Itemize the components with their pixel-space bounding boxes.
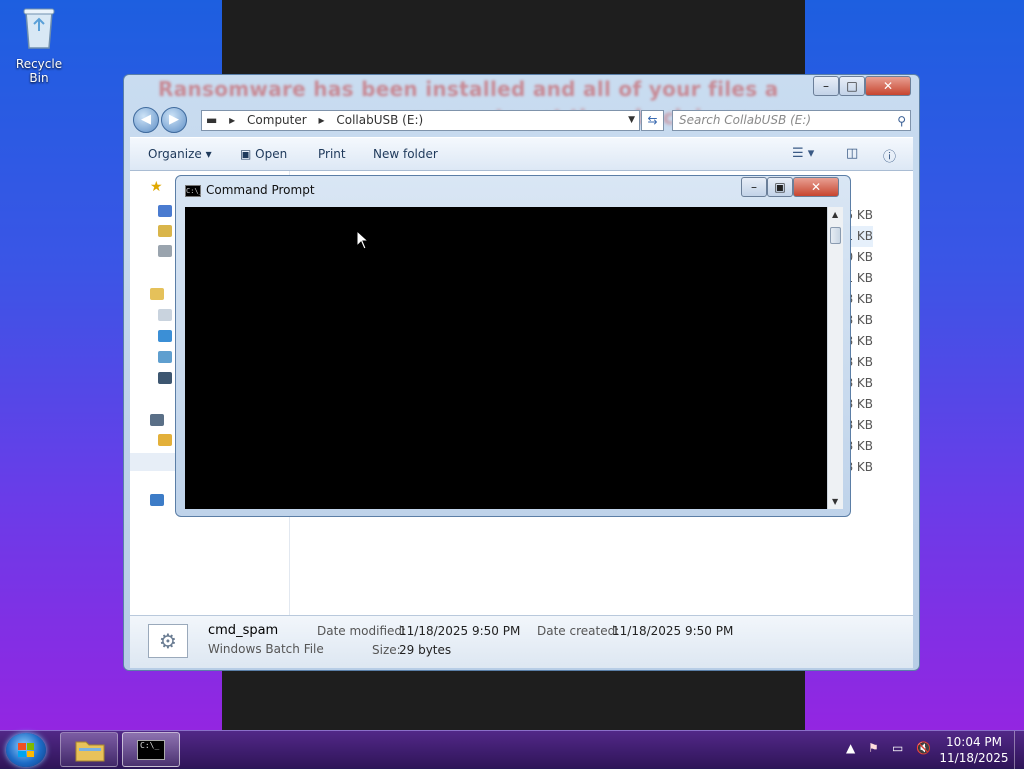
command-prompt-icon: C:\_ [185, 185, 203, 197]
open-button[interactable]: ▣ Open [240, 147, 287, 161]
size-value: 29 bytes [399, 643, 452, 657]
recycle-bin-desktop-icon[interactable]: Recycle Bin [6, 6, 72, 85]
date-created-label: Date created: [537, 624, 620, 638]
refresh-button[interactable]: ⇆ [641, 110, 664, 131]
date-created-value: 11/18/2025 9:50 PM [612, 624, 734, 638]
console-output-area[interactable] [185, 207, 827, 509]
favorites-star-icon: ★ [150, 179, 163, 195]
scroll-up-icon[interactable]: ▲ [832, 210, 838, 219]
mouse-cursor-icon [356, 230, 370, 250]
breadcrumb-separator-icon: ▸ [229, 113, 236, 127]
forward-arrow-icon: ▶ [169, 112, 179, 127]
details-file-name: cmd_spam [208, 623, 279, 638]
action-center-flag-icon[interactable]: ⚑ [868, 741, 879, 755]
show-desktop-button[interactable] [1014, 731, 1024, 769]
command-prompt-title: Command Prompt [206, 183, 315, 197]
volume-muted-icon[interactable]: 🔇 [916, 741, 931, 755]
search-input[interactable]: Search CollabUSB (E:) ⚲ [672, 110, 911, 131]
clock-date: 11/18/2025 [939, 751, 1009, 765]
close-button[interactable]: ✕ [865, 76, 911, 96]
drive-icon: ▬ [206, 113, 218, 127]
videos-nav-icon [158, 372, 172, 384]
new-folder-button[interactable]: New folder [373, 147, 438, 161]
preview-pane-icon[interactable]: ◫ [846, 146, 858, 161]
documents-nav-icon [158, 309, 172, 321]
taskbar-explorer-button[interactable] [60, 732, 118, 767]
breadcrumb-computer[interactable]: Computer [247, 113, 307, 127]
view-options-icon[interactable]: ☰ ▾ [792, 146, 814, 161]
details-file-type: Windows Batch File [208, 642, 324, 656]
console-scrollbar[interactable]: ▲ ▼ [827, 207, 843, 509]
taskbar: C:\_ ▲ ⚑ ▭ 🔇 10:04 PM 11/18/2025 [0, 730, 1024, 769]
open-icon: ▣ [240, 147, 252, 161]
help-icon[interactable]: ⓘ [883, 146, 896, 165]
organize-label: Organize [148, 147, 202, 161]
address-dropdown-icon[interactable]: ▼ [628, 111, 635, 130]
search-icon: ⚲ [897, 114, 906, 128]
print-button[interactable]: Print [318, 147, 346, 161]
system-clock[interactable]: 10:04 PM 11/18/2025 [938, 734, 1010, 766]
batch-file-gear-icon: ⚙ [148, 624, 188, 658]
breadcrumb-drive[interactable]: CollabUSB (E:) [336, 113, 423, 127]
taskbar-cmd-button[interactable]: C:\_ [122, 732, 180, 767]
music-nav-icon [158, 330, 172, 342]
start-button[interactable] [6, 733, 46, 767]
local-disk-nav-icon [158, 434, 172, 446]
libraries-nav-icon [150, 288, 164, 300]
breadcrumb-separator-icon: ▸ [318, 113, 325, 127]
refresh-icon: ⇆ [647, 113, 658, 127]
maximize-button[interactable]: □ [839, 76, 865, 96]
size-label: Size: [372, 643, 401, 657]
back-arrow-icon: ◀ [141, 112, 151, 127]
show-hidden-icons-icon[interactable]: ▲ [846, 741, 855, 755]
windows-logo-icon [18, 743, 34, 757]
back-button[interactable]: ◀ [133, 107, 159, 133]
cmd-close-button[interactable]: ✕ [793, 177, 839, 197]
details-pane: ⚙ cmd_spam Windows Batch File Date modif… [130, 615, 913, 668]
desktop-nav-icon [158, 205, 172, 217]
scroll-down-icon[interactable]: ▼ [832, 497, 838, 506]
open-label: Open [255, 147, 288, 161]
recycle-bin-label: Recycle Bin [15, 57, 63, 85]
date-modified-value: 11/18/2025 9:50 PM [399, 624, 521, 638]
network-icon[interactable]: ▭ [892, 741, 903, 755]
scroll-thumb[interactable] [830, 227, 841, 244]
clock-time: 10:04 PM [946, 735, 1002, 749]
address-bar[interactable]: ▬ ▸ Computer ▸ CollabUSB (E:) ▼ [201, 110, 640, 131]
minimize-button[interactable]: – [813, 76, 839, 96]
cmd-minimize-button[interactable]: – [741, 177, 767, 197]
downloads-nav-icon [158, 225, 172, 237]
recent-places-nav-icon [158, 245, 172, 257]
folder-icon [75, 741, 105, 762]
organize-button[interactable]: Organize ▾ [148, 147, 212, 161]
command-bar: Organize ▾ ▣ Open Print New folder ☰ ▾ ◫… [130, 137, 913, 171]
search-placeholder: Search CollabUSB (E:) [679, 113, 812, 127]
computer-nav-icon [150, 414, 164, 426]
pictures-nav-icon [158, 351, 172, 363]
recycle-bin-icon [23, 8, 55, 49]
forward-button[interactable]: ▶ [161, 107, 187, 133]
network-nav-icon [150, 494, 164, 506]
cmd-maximize-button[interactable]: ▣ [767, 177, 793, 197]
date-modified-label: Date modified: [317, 624, 407, 638]
taskbar-cmd-icon: C:\_ [137, 740, 165, 760]
command-prompt-window[interactable]: C:\_ Command Prompt – ▣ ✕ ▲ ▼ [175, 175, 851, 517]
window-title-ghost: Ransomware has been installed and all of… [158, 77, 779, 101]
